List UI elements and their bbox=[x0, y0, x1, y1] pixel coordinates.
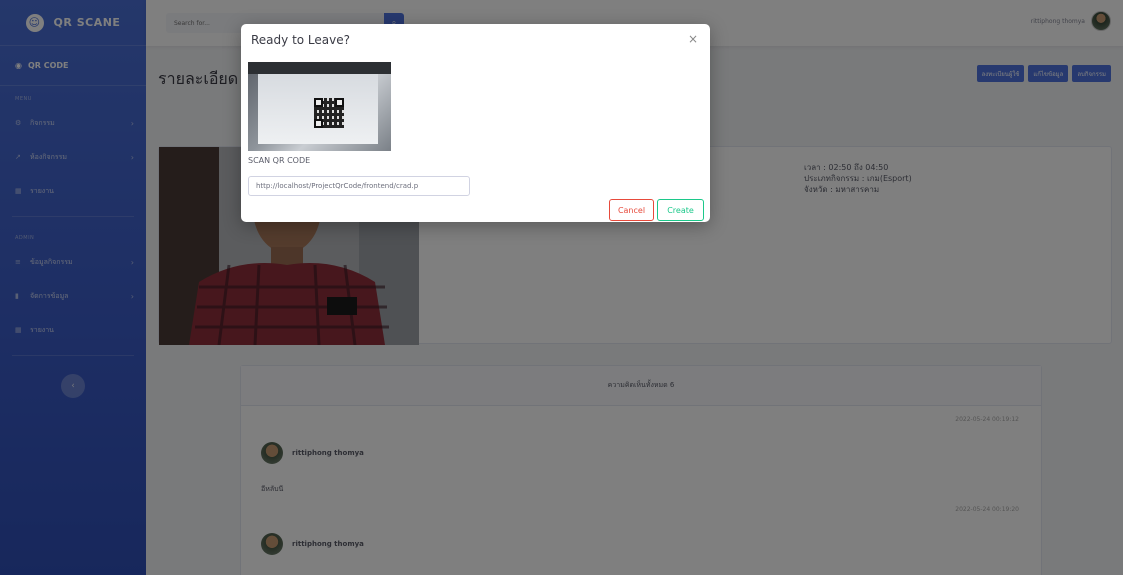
qr-corner bbox=[335, 98, 344, 107]
cancel-button[interactable]: Cancel bbox=[609, 199, 654, 221]
qr-code-icon bbox=[314, 98, 344, 128]
camera-frame bbox=[248, 62, 391, 74]
modal-title: Ready to Leave? bbox=[251, 33, 350, 47]
qr-corner bbox=[314, 119, 323, 128]
qr-corner bbox=[314, 98, 323, 107]
close-button[interactable]: × bbox=[688, 32, 698, 46]
scan-modal: Ready to Leave? × SCAN QR CODE Cancel Cr… bbox=[241, 24, 710, 222]
scan-label: SCAN QR CODE bbox=[248, 156, 311, 165]
camera-preview bbox=[248, 62, 391, 151]
create-button[interactable]: Create bbox=[657, 199, 704, 221]
url-field[interactable] bbox=[248, 176, 470, 196]
close-icon: × bbox=[687, 32, 698, 46]
